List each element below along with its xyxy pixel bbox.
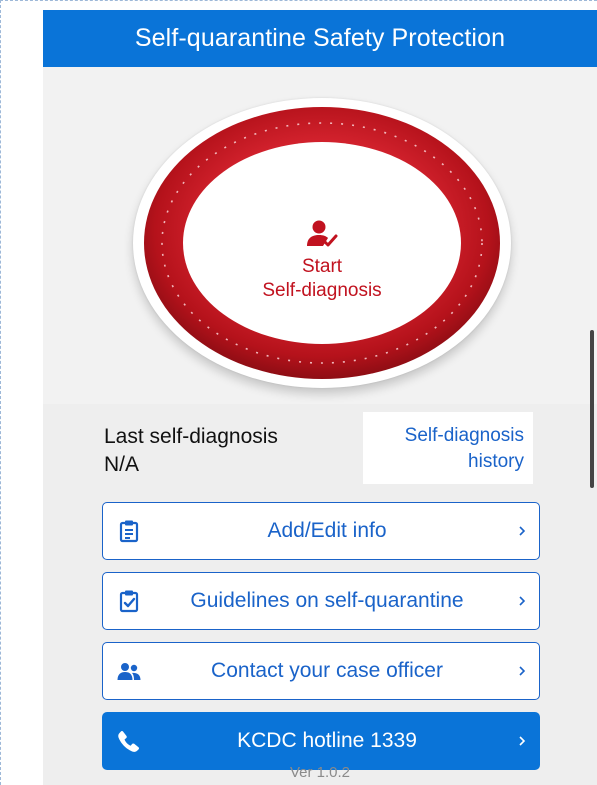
guidelines-button[interactable]: Guidelines on self-quarantine bbox=[102, 572, 540, 630]
self-diagnosis-history-link[interactable]: Self-diagnosis history bbox=[363, 412, 533, 484]
add-edit-info-button[interactable]: Add/Edit info bbox=[102, 502, 540, 560]
last-diagnosis-label: Last self-diagnosis bbox=[104, 425, 278, 448]
users-icon bbox=[117, 663, 141, 680]
chevron-right-icon bbox=[519, 666, 526, 676]
add-edit-info-label: Add/Edit info bbox=[267, 519, 387, 542]
hero-section: Start Self-diagnosis bbox=[43, 67, 597, 404]
page-title: Self-quarantine Safety Protection bbox=[134, 24, 506, 52]
history-line-1: Self-diagnosis bbox=[404, 425, 524, 446]
start-line-2: Self-diagnosis bbox=[262, 280, 382, 301]
contact-case-officer-button[interactable]: Contact your case officer bbox=[102, 642, 540, 700]
kcdc-hotline-button[interactable]: KCDC hotline 1339 bbox=[102, 712, 540, 770]
last-diagnosis-value: N/A bbox=[104, 453, 140, 476]
start-line-1: Start bbox=[301, 256, 343, 277]
clipboard-icon bbox=[119, 520, 139, 543]
scrollbar-thumb[interactable] bbox=[590, 330, 594, 488]
clipboard-check-icon bbox=[119, 590, 139, 613]
chevron-right-icon bbox=[519, 526, 526, 536]
chevron-right-icon bbox=[519, 596, 526, 606]
info-section: Last self-diagnosis N/A Self-diagnosis h… bbox=[43, 404, 597, 785]
app-version: Ver 1.0.2 bbox=[289, 764, 351, 781]
history-line-2: history bbox=[468, 451, 524, 472]
person-check-icon bbox=[307, 220, 338, 247]
guidelines-label: Guidelines on self-quarantine bbox=[190, 589, 464, 612]
phone-icon bbox=[118, 731, 140, 752]
start-self-diagnosis-button[interactable]: Start Self-diagnosis bbox=[186, 146, 458, 342]
app-screen: Self-quarantine Safety Protection Start … bbox=[43, 10, 597, 785]
kcdc-hotline-label: KCDC hotline 1339 bbox=[237, 729, 417, 752]
app-header: Self-quarantine Safety Protection bbox=[43, 10, 597, 67]
chevron-right-icon bbox=[519, 736, 526, 746]
contact-case-officer-label: Contact your case officer bbox=[211, 659, 443, 682]
